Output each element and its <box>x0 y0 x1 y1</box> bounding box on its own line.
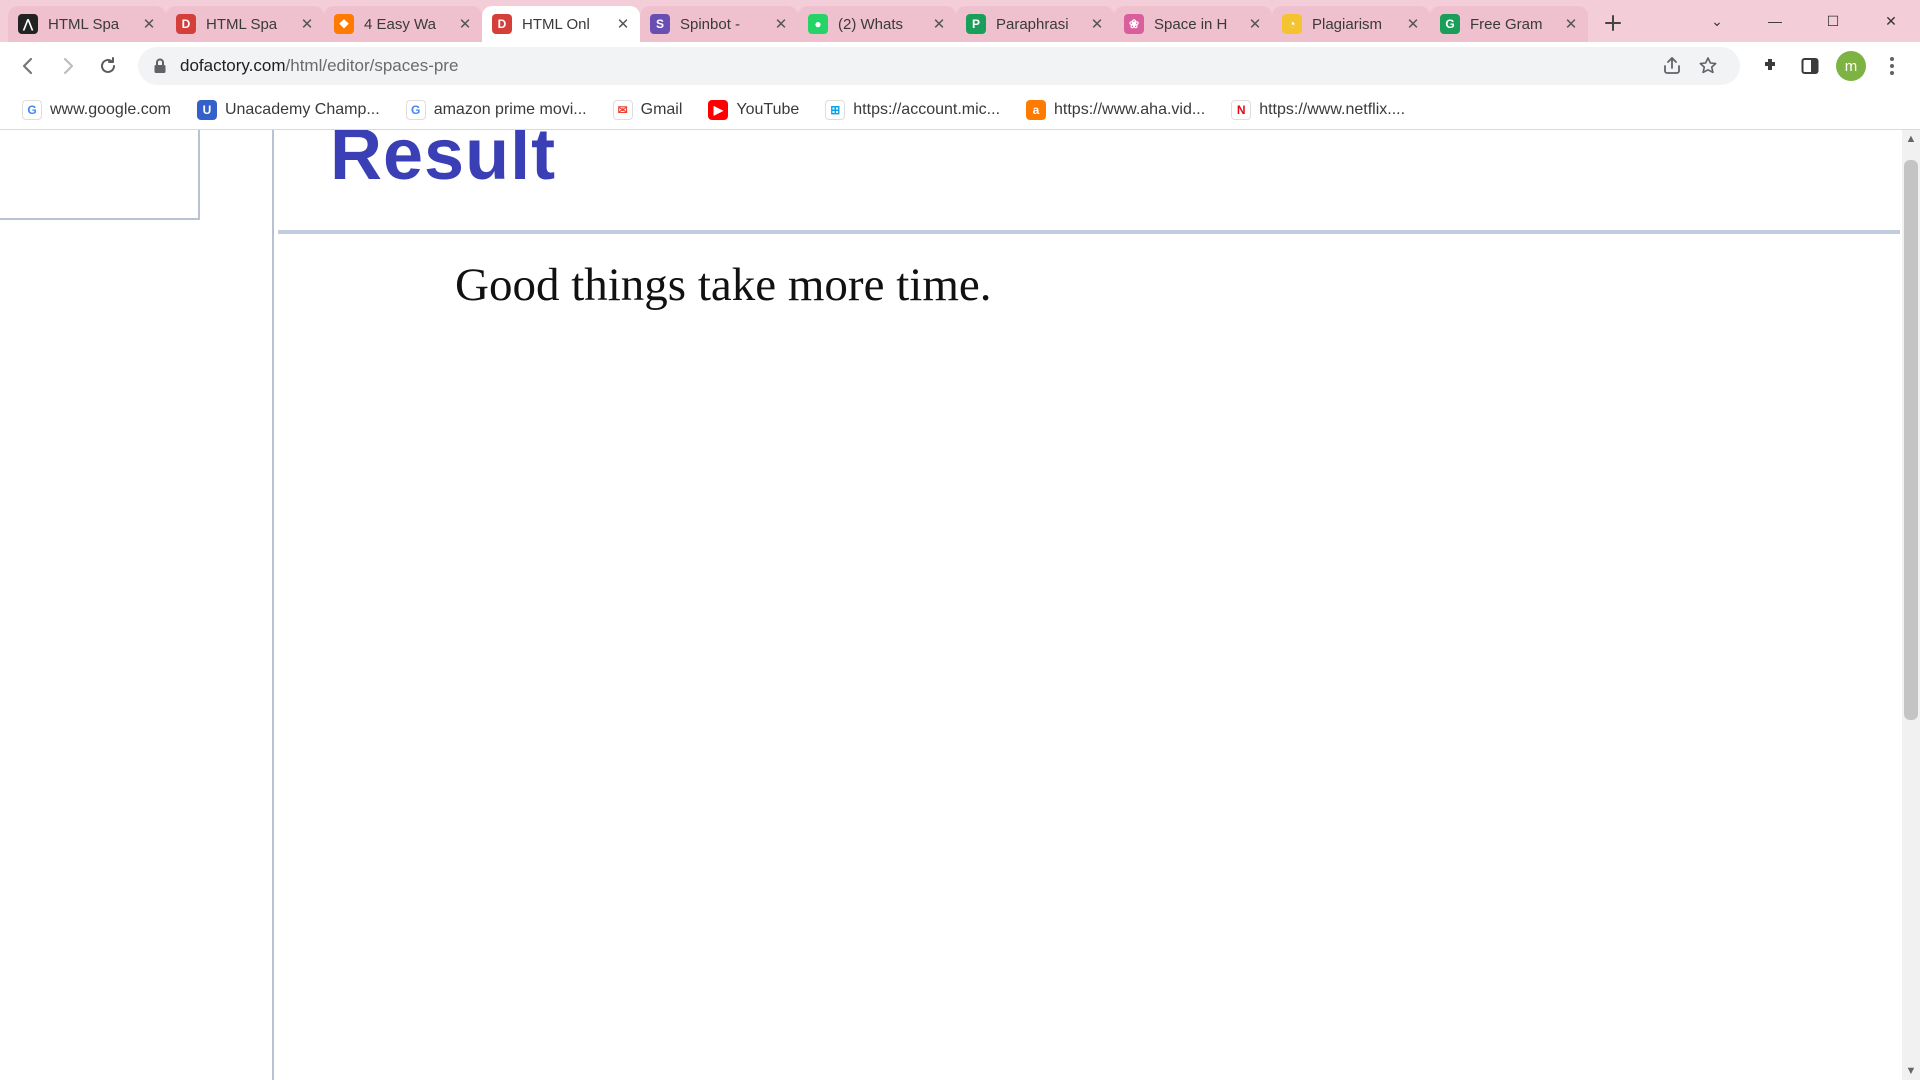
tab-title: Space in H <box>1154 16 1246 33</box>
tab-favicon-icon: G <box>1440 14 1460 34</box>
close-tab-icon[interactable]: ✕ <box>614 15 632 33</box>
result-body-text: Good things take more time. <box>455 258 991 312</box>
bookmark-favicon-icon: ✉ <box>613 100 633 120</box>
tab-title: Plagiarism <box>1312 16 1404 33</box>
bookmark-star-icon[interactable] <box>1690 48 1726 84</box>
bookmarks-bar: Gwww.google.com U Unacademy Champ... Gamazo… <box>0 90 1920 130</box>
bookmark-favicon-icon: ▶ <box>708 100 728 120</box>
tab-favicon-icon: ❖ <box>334 14 354 34</box>
back-button[interactable] <box>10 48 46 84</box>
reload-button[interactable] <box>90 48 126 84</box>
result-heading: Result <box>330 130 556 196</box>
lock-icon <box>152 57 168 75</box>
bookmark-favicon-icon: G <box>22 100 42 120</box>
tab-title: HTML Spa <box>206 16 298 33</box>
bookmark-label: amazon prime movi... <box>434 101 587 119</box>
bookmark-item[interactable]: Nhttps://www.netflix.... <box>1221 95 1415 125</box>
result-frame <box>278 230 1900 1070</box>
bookmark-favicon-icon: G <box>406 100 426 120</box>
extensions-icon[interactable] <box>1752 48 1788 84</box>
bookmark-label: https://account.mic... <box>853 101 1000 119</box>
forward-button[interactable] <box>50 48 86 84</box>
editor-left-gutter <box>0 130 200 220</box>
tab-title: 4 Easy Wa <box>364 16 456 33</box>
close-tab-icon[interactable]: ✕ <box>456 15 474 33</box>
bookmark-favicon-icon: N <box>1231 100 1251 120</box>
toolbar: dofactory.com/html/editor/spaces-pre m <box>0 42 1920 90</box>
tab-favicon-icon: ● <box>808 14 828 34</box>
bookmark-label: YouTube <box>736 101 799 119</box>
browser-tab[interactable]: D HTML Spa✕ <box>166 6 324 42</box>
scroll-up-arrow[interactable]: ▲ <box>1902 130 1920 148</box>
bookmark-label: www.google.com <box>50 101 171 119</box>
tab-title: HTML Spa <box>48 16 140 33</box>
browser-tab[interactable]: ❖ 4 Easy Wa✕ <box>324 6 482 42</box>
tab-favicon-icon: D <box>176 14 196 34</box>
bookmark-favicon-icon: ⊞ <box>825 100 845 120</box>
tab-favicon-icon: P <box>966 14 986 34</box>
browser-tab[interactable]: ❀ Space in H✕ <box>1114 6 1272 42</box>
tab-title: HTML Onl <box>522 16 614 33</box>
close-tab-icon[interactable]: ✕ <box>1246 15 1264 33</box>
tab-title: Paraphrasi <box>996 16 1088 33</box>
tab-strip: ⋀HTML Spa✕DHTML Spa✕❖4 Easy Wa✕DHTML Onl… <box>0 0 1920 42</box>
browser-tab[interactable]: S Spinbot -✕ <box>640 6 798 42</box>
close-tab-icon[interactable]: ✕ <box>1088 15 1106 33</box>
url-host: dofactory.com <box>180 56 286 76</box>
scroll-down-arrow[interactable]: ▼ <box>1902 1062 1920 1080</box>
close-tab-icon[interactable]: ✕ <box>772 15 790 33</box>
bookmark-label: Gmail <box>641 101 683 119</box>
browser-tab[interactable]: G Free Gram✕ <box>1430 6 1588 42</box>
side-panel-icon[interactable] <box>1792 48 1828 84</box>
new-tab-button[interactable] <box>1596 6 1630 40</box>
bookmark-item[interactable]: ⊞ https://account.mic... <box>815 95 1010 125</box>
tab-title: (2) Whats <box>838 16 930 33</box>
close-tab-icon[interactable]: ✕ <box>930 15 948 33</box>
page-viewport: Result Good things take more time. ▲ ▼ <box>0 130 1920 1080</box>
tab-favicon-icon: ⋀ <box>18 14 38 34</box>
bookmark-label: https://www.netflix.... <box>1259 101 1405 119</box>
scroll-thumb[interactable] <box>1904 160 1918 720</box>
browser-tab[interactable]: ◔ Plagiarism✕ <box>1272 6 1430 42</box>
maximize-button[interactable]: ☐ <box>1804 0 1862 42</box>
bookmark-label: https://www.aha.vid... <box>1054 101 1205 119</box>
tab-title: Spinbot - <box>680 16 772 33</box>
minimize-button[interactable]: — <box>1746 0 1804 42</box>
bookmark-item[interactable]: ✉ Gmail <box>603 95 693 125</box>
vertical-scrollbar[interactable]: ▲ ▼ <box>1902 130 1920 1080</box>
browser-tab[interactable]: ● (2) Whats✕ <box>798 6 956 42</box>
close-tab-icon[interactable]: ✕ <box>1562 15 1580 33</box>
tab-favicon-icon: ◔ <box>1282 14 1302 34</box>
url-path: /html/editor/spaces-pre <box>286 56 459 76</box>
close-tab-icon[interactable]: ✕ <box>1404 15 1422 33</box>
tab-favicon-icon: D <box>492 14 512 34</box>
tab-search-button[interactable]: ⌄ <box>1688 0 1746 42</box>
kebab-menu-icon[interactable] <box>1874 48 1910 84</box>
browser-tab[interactable]: P Paraphrasi✕ <box>956 6 1114 42</box>
window-controls: ⌄ — ☐ ✕ <box>1688 0 1920 42</box>
close-tab-icon[interactable]: ✕ <box>140 15 158 33</box>
close-tab-icon[interactable]: ✕ <box>298 15 316 33</box>
tab-favicon-icon: ❀ <box>1124 14 1144 34</box>
browser-tab[interactable]: ⋀ HTML Spa✕ <box>8 6 166 42</box>
tab-title: Free Gram <box>1470 16 1562 33</box>
close-window-button[interactable]: ✕ <box>1862 0 1920 42</box>
bookmark-label: Unacademy Champ... <box>225 101 380 119</box>
profile-avatar[interactable]: m <box>1836 51 1866 81</box>
share-icon[interactable] <box>1654 48 1690 84</box>
tabs-container: ⋀HTML Spa✕DHTML Spa✕❖4 Easy Wa✕DHTML Onl… <box>8 4 1588 42</box>
bookmark-favicon-icon: U <box>197 100 217 120</box>
address-bar[interactable]: dofactory.com/html/editor/spaces-pre <box>138 47 1740 85</box>
browser-tab[interactable]: D HTML Onl✕ <box>482 6 640 42</box>
bookmark-item[interactable]: ▶ YouTube <box>698 95 809 125</box>
bookmark-favicon-icon: a <box>1026 100 1046 120</box>
bookmark-item[interactable]: U Unacademy Champ... <box>187 95 390 125</box>
bookmark-item[interactable]: a https://www.aha.vid... <box>1016 95 1215 125</box>
bookmark-item[interactable]: Gwww.google.com <box>12 95 181 125</box>
tab-favicon-icon: S <box>650 14 670 34</box>
bookmark-item[interactable]: Gamazon prime movi... <box>396 95 597 125</box>
